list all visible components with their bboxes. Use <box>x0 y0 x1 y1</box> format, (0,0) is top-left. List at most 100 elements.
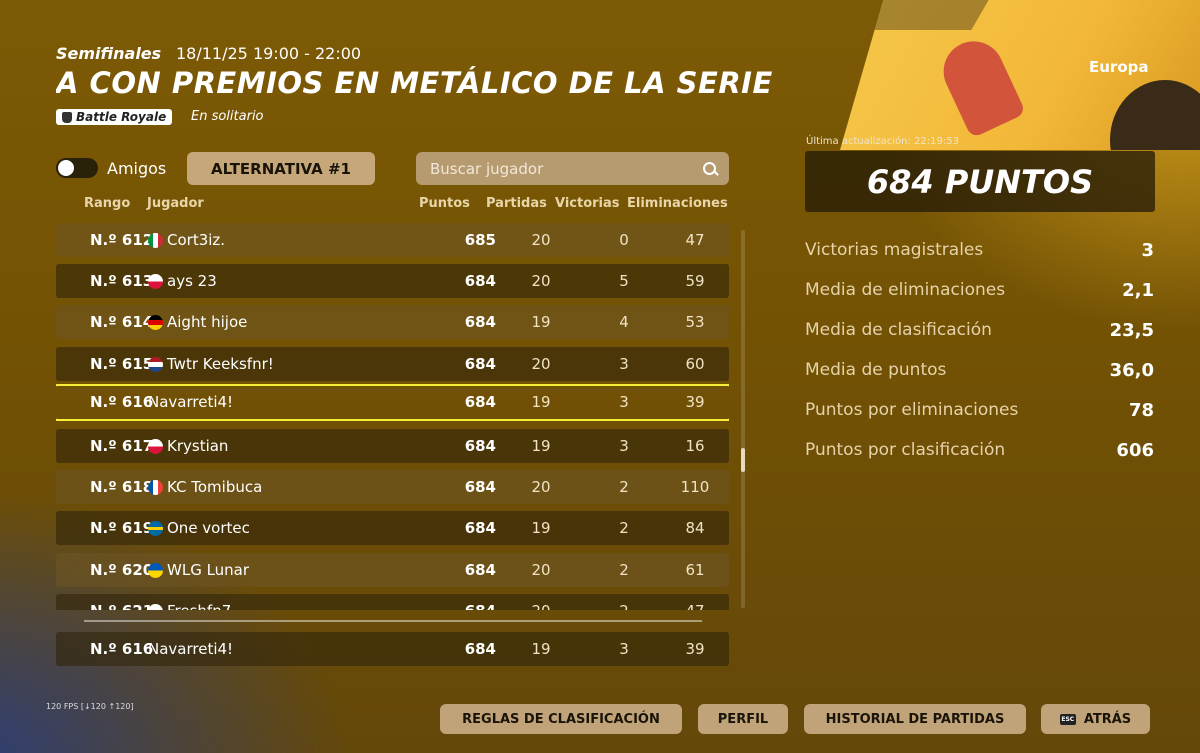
scrollbar-track[interactable] <box>741 230 745 608</box>
wins-cell: 2 <box>619 519 629 538</box>
rank-cell: N.º 619 <box>90 519 154 538</box>
col-header-elims: Eliminaciones <box>627 196 728 211</box>
matches-cell: 19 <box>531 519 551 538</box>
wins-cell: 5 <box>619 272 629 291</box>
elims-cell: 61 <box>685 560 705 579</box>
matches-cell: 19 <box>531 392 551 411</box>
elims-cell: 47 <box>685 231 705 249</box>
player-name-cell: Navarreti4! <box>148 640 234 658</box>
player-name-cell: Krystian <box>167 437 229 455</box>
stat-value: 36,0 <box>1109 360 1154 381</box>
stat-value: 606 <box>1116 440 1154 461</box>
table-row-selected[interactable]: N.º 616 Navarreti4! 684 19 3 39 <box>56 383 729 421</box>
rank-cell: N.º 618 <box>90 478 154 497</box>
search-icon[interactable] <box>703 161 717 176</box>
player-name-cell: WLG Lunar <box>167 560 250 579</box>
matches-cell: 20 <box>531 478 551 497</box>
player-name-cell: Aight hijoe <box>167 313 248 332</box>
flag-icon <box>148 233 163 248</box>
points-cell: 684 <box>440 594 496 610</box>
player-name-cell: One vortec <box>167 519 250 538</box>
wins-cell: 3 <box>619 392 629 411</box>
table-row[interactable]: N.º 614 Aight hijoe 684 19 4 53 <box>56 305 729 340</box>
flag-icon <box>148 603 163 610</box>
col-header-matches: Partidas <box>486 196 547 211</box>
wins-cell: 3 <box>619 354 629 373</box>
friends-toggle[interactable] <box>56 158 98 178</box>
elims-cell: 59 <box>685 272 705 291</box>
player-name-cell: Navarreti4! <box>148 392 234 411</box>
points-cell: 684 <box>464 313 496 332</box>
flag-icon <box>148 356 163 372</box>
flag-icon <box>148 480 163 496</box>
hero-decoration <box>851 0 989 30</box>
esc-key-icon: ESC <box>1059 713 1076 725</box>
rank-cell: N.º 621 <box>90 594 153 610</box>
elims-cell: 16 <box>685 437 705 455</box>
player-name-cell: ays 23 <box>167 272 217 291</box>
elims-cell: 60 <box>685 354 705 373</box>
rank-cell: N.º 613 <box>90 272 154 291</box>
player-name-cell: Freshfn7 <box>167 594 231 610</box>
rules-button[interactable]: REGLAS DE CLASIFICACIÓN <box>440 704 682 734</box>
table-row[interactable]: N.º 615 Twtr Keeksfnr! 684 20 3 60 <box>56 346 729 381</box>
wins-cell: 2 <box>604 594 644 610</box>
flag-icon <box>148 562 163 578</box>
table-row[interactable]: N.º 621 Freshfn7 684 20 2 47 <box>56 593 729 610</box>
rank-cell: N.º 617 <box>90 437 154 455</box>
wins-cell: 3 <box>619 437 629 455</box>
elims-cell: 39 <box>685 640 705 658</box>
mode-sub-label: En solitario <box>191 109 264 124</box>
table-row[interactable]: N.º 613 ays 23 684 20 5 59 <box>56 264 729 299</box>
points-cell: 684 <box>464 272 496 291</box>
stat-label: Puntos por eliminaciones <box>805 400 1019 420</box>
player-name-cell: Cort3iz. <box>167 231 226 249</box>
col-header-rank: Rango <box>84 196 131 211</box>
points-cell: 684 <box>464 560 496 579</box>
elims-cell: 53 <box>685 313 705 332</box>
alternative-button[interactable]: ALTERNATIVA #1 <box>187 152 375 185</box>
table-row[interactable]: N.º 620 WLG Lunar 684 20 2 61 <box>56 552 729 587</box>
points-cell: 685 <box>464 231 496 249</box>
col-header-player: Jugador <box>147 196 204 211</box>
stat-label: Media de puntos <box>805 360 947 380</box>
table-row[interactable]: N.º 617 Krystian 684 19 3 16 <box>56 429 729 463</box>
leaderboard-list[interactable]: N.º 612 Cort3iz. 685 20 0 47 N.º 613 ays 23 684 2… <box>56 220 729 610</box>
search-input[interactable] <box>428 158 692 179</box>
matches-cell: 20 <box>531 231 551 249</box>
match-history-button-label: HISTORIAL DE PARTIDAS <box>825 711 1005 727</box>
elims-cell: 39 <box>685 392 705 411</box>
stat-label: Puntos por clasificación <box>805 440 1006 460</box>
matches-cell: 20 <box>531 354 551 373</box>
match-history-button[interactable]: HISTORIAL DE PARTIDAS <box>804 704 1026 734</box>
player-name-cell: Twtr Keeksfnr! <box>167 354 274 373</box>
flag-icon <box>148 521 163 537</box>
back-button-label: ATRÁS <box>1083 711 1132 727</box>
elims-cell: 110 <box>680 478 710 497</box>
wins-cell: 2 <box>619 478 629 497</box>
table-row[interactable]: N.º 619 One vortec 684 19 2 84 <box>56 511 729 546</box>
table-row[interactable]: N.º 618 KC Tomibuca 684 20 2 110 <box>56 470 729 505</box>
matches-cell: 20 <box>531 272 551 291</box>
money-bag-icon <box>62 111 72 123</box>
stat-label: Victorias magistrales <box>805 240 984 260</box>
player-name-cell: KC Tomibuca <box>167 478 263 497</box>
region-label: Europa <box>1089 58 1149 76</box>
points-cell: 684 <box>464 392 496 411</box>
rank-cell: N.º 616 <box>90 640 154 658</box>
scrollbar-thumb[interactable] <box>741 448 745 472</box>
table-row[interactable]: N.º 612 Cort3iz. 685 20 0 47 <box>56 223 729 257</box>
matches-cell: 20 <box>531 560 551 579</box>
search-bar[interactable] <box>416 152 729 185</box>
flag-icon <box>148 439 163 454</box>
rank-cell: N.º 620 <box>90 560 154 579</box>
rules-button-label: REGLAS DE CLASIFICACIÓN <box>462 711 660 727</box>
flag-icon <box>148 274 163 290</box>
mode-tag-label: Battle Royale <box>76 110 167 124</box>
matches-cell: 19 <box>531 313 551 332</box>
back-button[interactable]: ESC ATRÁS <box>1041 704 1150 734</box>
wins-cell: 3 <box>619 640 629 658</box>
profile-button[interactable]: PERFIL <box>698 704 788 734</box>
elims-cell: 84 <box>685 519 705 538</box>
pinned-player-row[interactable]: N.º 616 Navarreti4! 684 19 3 39 <box>56 632 729 666</box>
